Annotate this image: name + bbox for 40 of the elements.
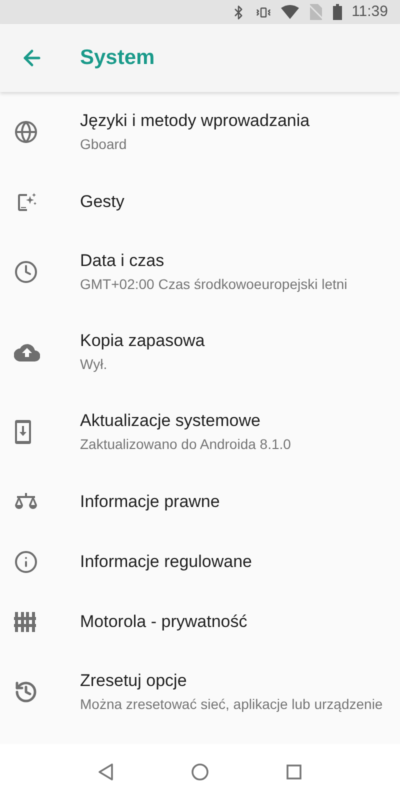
- wifi-icon: [280, 5, 299, 19]
- item-subtitle: Wył.: [80, 355, 108, 374]
- item-title: Informacje prawne: [80, 491, 220, 513]
- settings-item[interactable]: Aktualizacje systemowe Zaktualizowano do Androida 8.1.0: [0, 392, 400, 472]
- item-title: Motorola - prywatność: [80, 611, 248, 633]
- info-icon: [14, 550, 38, 574]
- triangle-back-icon: [98, 763, 114, 781]
- settings-item[interactable]: Gesty: [0, 172, 400, 232]
- settings-item[interactable]: Kopia zapasowa Wył.: [0, 312, 400, 392]
- item-title: Zresetuj opcje: [80, 670, 188, 692]
- scales-icon: [14, 492, 38, 512]
- battery-icon: [332, 4, 342, 20]
- globe-icon: [14, 120, 38, 144]
- fence-icon: [14, 612, 36, 632]
- item-title: Aktualizacje systemowe: [80, 410, 262, 432]
- settings-item[interactable]: Data i czas GMT+02:00 Czas środkowoeuropejski letni: [0, 232, 400, 312]
- clock-icon: [14, 260, 38, 284]
- item-title: Informacje regulowane: [80, 551, 252, 573]
- item-title: Gesty: [80, 191, 124, 213]
- item-subtitle: Zaktualizowano do Androida 8.1.0: [80, 435, 291, 454]
- status-time: 11:39: [352, 2, 388, 22]
- settings-item[interactable]: Zresetuj opcje Można zresetować sieć, aplikacje lub urządzenie: [0, 652, 400, 732]
- vibrate-icon: [256, 4, 271, 20]
- settings-item[interactable]: Języki i metody wprowadzania Gboard: [0, 92, 400, 172]
- item-title: Kopia zapasowa: [80, 330, 205, 352]
- item-title: Data i czas: [80, 250, 166, 272]
- home-circle-icon: [190, 763, 209, 781]
- cloud-upload-icon: [14, 342, 40, 362]
- settings-item[interactable]: Motorola - prywatność: [0, 592, 400, 652]
- item-title: Języki i metody wprowadzania: [80, 110, 310, 132]
- item-subtitle: Można zresetować sieć, aplikacje lub urządzenie: [80, 695, 383, 714]
- recents-square-icon: [286, 764, 302, 780]
- page-title: System: [80, 45, 155, 72]
- item-subtitle: Gboard: [80, 135, 128, 154]
- settings-item[interactable]: Informacje regulowane: [0, 532, 400, 592]
- history-icon: [14, 680, 38, 704]
- phone-download-icon: [14, 419, 32, 445]
- no-sim-icon: [308, 4, 323, 20]
- settings-item[interactable]: Informacje prawne: [0, 472, 400, 532]
- item-subtitle: GMT+02:00 Czas środkowoeuropejski letni: [80, 275, 348, 294]
